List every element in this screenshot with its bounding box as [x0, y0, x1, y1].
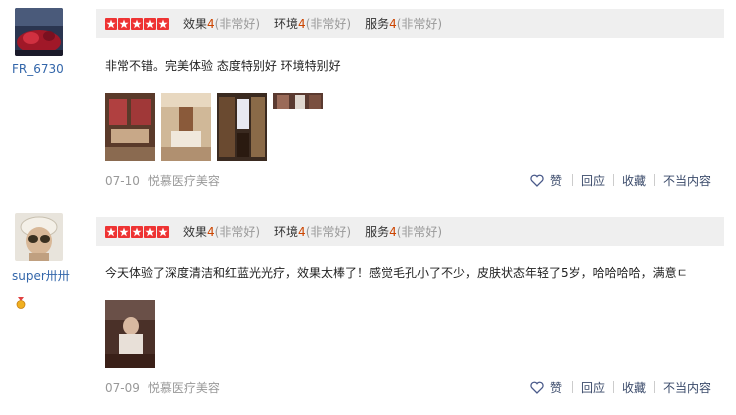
like-button[interactable]: 赞	[530, 379, 572, 396]
favorite-button[interactable]: 收藏	[614, 379, 654, 396]
review-item: FR_6730 效果4(非常好) 环境4(非常好) 服务4(非常好) 非常不错。…	[0, 0, 736, 200]
review-footer: 07-09 悦慕医疗美容 赞 回应 收藏 不当内容	[105, 377, 715, 397]
review-item: super卅卅 效果4(非常好) 环境4(非常好) 服务4(非常好) 今天体验了…	[0, 205, 736, 415]
star-icon	[144, 17, 156, 30]
star-icon	[105, 225, 117, 238]
review-date: 07-09	[105, 380, 140, 395]
review-text: 今天体验了深度清洁和红蓝光光疗，效果太棒了！感觉毛孔小了不少，皮肤状态年轻了5岁…	[105, 266, 688, 280]
rating-bar: 效果4(非常好) 环境4(非常好) 服务4(非常好)	[96, 9, 724, 38]
reply-button[interactable]: 回应	[573, 172, 613, 189]
star-icon	[131, 225, 143, 238]
avatar[interactable]	[15, 213, 63, 261]
rating-effect: 效果4(非常好)	[183, 225, 261, 239]
photo-gallery	[105, 93, 323, 161]
shop-link[interactable]: 悦慕医疗美容	[148, 174, 220, 188]
star-rating	[105, 225, 169, 238]
star-icon	[157, 225, 169, 238]
heart-icon	[530, 174, 544, 187]
star-icon	[105, 17, 117, 30]
rating-service: 服务4(非常好)	[365, 17, 443, 31]
rating-environment: 环境4(非常好)	[274, 17, 352, 31]
favorite-button[interactable]: 收藏	[614, 172, 654, 189]
review-text: 非常不错。完美体验 态度特别好 环境特别好	[105, 59, 341, 73]
review-photo[interactable]	[217, 93, 267, 161]
avatar[interactable]	[15, 8, 63, 56]
medal-icon	[16, 297, 26, 309]
star-icon	[131, 17, 143, 30]
rating-service: 服务4(非常好)	[365, 225, 443, 239]
star-icon	[118, 225, 130, 238]
review-meta: 07-09 悦慕医疗美容	[105, 379, 220, 396]
review-meta: 07-10 悦慕医疗美容	[105, 172, 220, 189]
review-photo[interactable]	[273, 93, 323, 109]
review-date: 07-10	[105, 173, 140, 188]
photo-gallery	[105, 300, 155, 368]
review-actions: 赞 回应 收藏 不当内容	[530, 172, 715, 189]
shop-link[interactable]: 悦慕医疗美容	[148, 381, 220, 395]
star-icon	[118, 17, 130, 30]
star-icon	[144, 225, 156, 238]
like-button[interactable]: 赞	[530, 172, 572, 189]
review-photo[interactable]	[105, 300, 155, 368]
review-footer: 07-10 悦慕医疗美容 赞 回应 收藏 不当内容	[105, 170, 715, 190]
reply-button[interactable]: 回应	[573, 379, 613, 396]
report-button[interactable]: 不当内容	[655, 379, 715, 396]
star-icon	[157, 17, 169, 30]
heart-icon	[530, 381, 544, 394]
rating-bar: 效果4(非常好) 环境4(非常好) 服务4(非常好)	[96, 217, 724, 246]
username[interactable]: super卅卅	[12, 267, 74, 284]
rating-environment: 环境4(非常好)	[274, 225, 352, 239]
review-photo[interactable]	[105, 93, 155, 161]
star-rating	[105, 17, 169, 30]
rating-effect: 效果4(非常好)	[183, 17, 261, 31]
reviewer-column: FR_6730	[12, 8, 74, 76]
report-button[interactable]: 不当内容	[655, 172, 715, 189]
reviewer-column: super卅卅	[12, 213, 74, 284]
username[interactable]: FR_6730	[12, 62, 74, 76]
review-photo[interactable]	[161, 93, 211, 161]
review-actions: 赞 回应 收藏 不当内容	[530, 379, 715, 396]
